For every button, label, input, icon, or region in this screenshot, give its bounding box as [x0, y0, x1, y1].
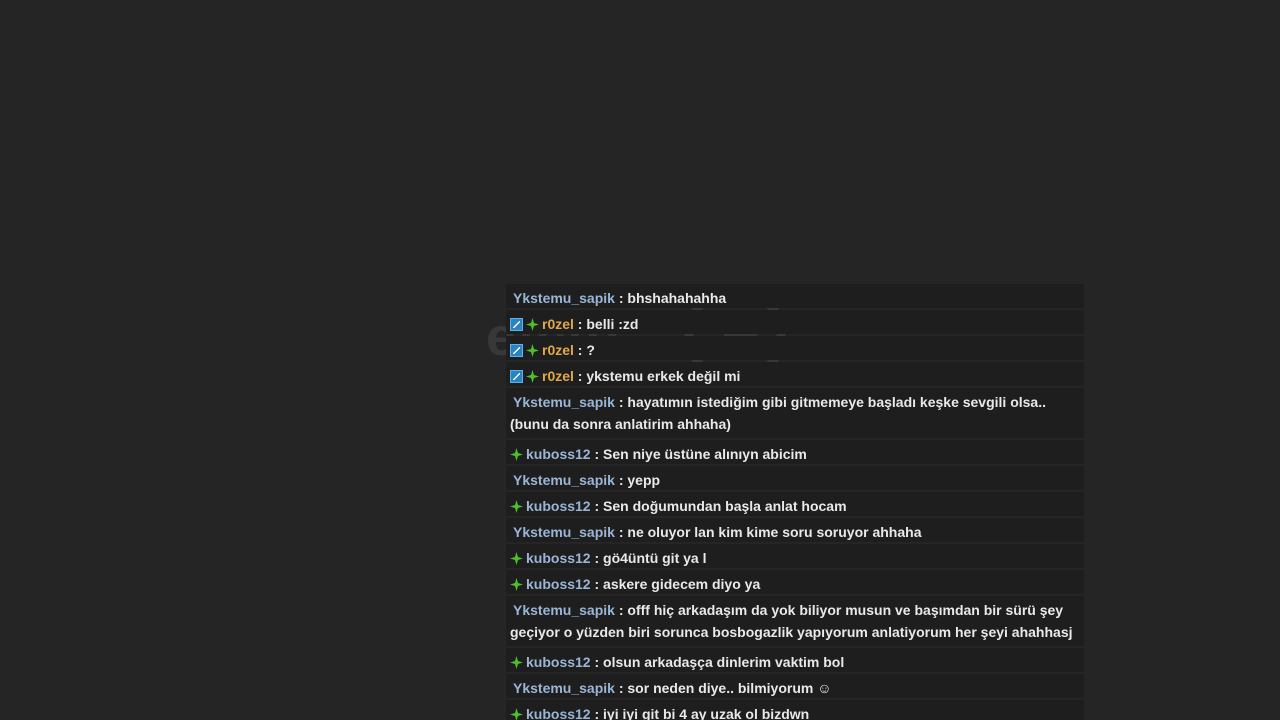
green-star-icon [526, 318, 539, 331]
chat-message: Ykstemu_sapik : ne oluyor lan kim kime s… [506, 518, 1084, 542]
chat-username[interactable]: Ykstemu_sapik [513, 290, 615, 306]
screen: efeto Tibo Signal Ykstemu_sapik : bhshah… [0, 0, 1280, 720]
green-star-icon [510, 578, 523, 591]
chat-message: Ykstemu_sapik : sor neden diye.. bilmiyo… [506, 674, 1084, 698]
chat-username[interactable]: r0zel [542, 316, 574, 332]
green-star-icon [510, 552, 523, 565]
arrow-square-icon [510, 318, 523, 331]
chat-message: Ykstemu_sapik : yepp [506, 466, 1084, 490]
chat-username[interactable]: kuboss12 [526, 654, 591, 670]
chat-message-text: : ? [573, 342, 595, 358]
chat-username[interactable]: kuboss12 [526, 498, 591, 514]
chat-message-text: : sor neden diye.. bilmiyorum ☺ [614, 680, 832, 696]
green-star-icon [510, 448, 523, 461]
chat-username[interactable]: Ykstemu_sapik [513, 680, 615, 696]
chat-message-text: : belli :zd [573, 316, 639, 332]
green-star-icon [526, 370, 539, 383]
chat-message: kuboss12 : olsun arkadaşça dinlerim vakt… [506, 648, 1084, 672]
chat-overlay: Ykstemu_sapik : bhshahahahha r0zel : bell… [506, 284, 1084, 720]
chat-username[interactable]: r0zel [542, 342, 574, 358]
chat-message-text: : askere gidecem diyo ya [590, 576, 761, 592]
chat-username[interactable]: kuboss12 [526, 706, 591, 720]
chat-username[interactable]: kuboss12 [526, 446, 591, 462]
green-star-icon [510, 656, 523, 669]
chat-message: kuboss12 : Sen doğumundan başla anlat ho… [506, 492, 1084, 516]
chat-message-text: : yepp [614, 472, 661, 488]
chat-message-text: : Sen doğumundan başla anlat hocam [590, 498, 847, 514]
chat-message-text: : ne oluyor lan kim kime soru soruyor ah… [614, 524, 922, 540]
chat-message: kuboss12 : askere gidecem diyo ya [506, 570, 1084, 594]
chat-message: kuboss12 : iyi iyi git bi 4 ay uzak ol b… [506, 700, 1084, 720]
arrow-square-icon [510, 344, 523, 357]
chat-message-text: : olsun arkadaşça dinlerim vaktim bol [590, 654, 845, 670]
chat-username[interactable]: Ykstemu_sapik [513, 524, 615, 540]
green-star-icon [510, 500, 523, 513]
chat-message: Ykstemu_sapik : hayatımın istediğim gibi… [506, 388, 1084, 438]
chat-username[interactable]: Ykstemu_sapik [513, 394, 615, 410]
green-star-icon [510, 708, 523, 720]
chat-message-text: : gö4üntü git ya l [590, 550, 707, 566]
arrow-square-icon [510, 370, 523, 383]
chat-username[interactable]: kuboss12 [526, 576, 591, 592]
chat-message: Ykstemu_sapik : offf hiç arkadaşım da yo… [506, 596, 1084, 646]
green-star-icon [526, 344, 539, 357]
chat-username[interactable]: Ykstemu_sapik [513, 602, 615, 618]
chat-message: r0zel : ? [506, 336, 1084, 360]
chat-username[interactable]: kuboss12 [526, 550, 591, 566]
chat-message: Ykstemu_sapik : bhshahahahha [506, 284, 1084, 308]
chat-message: kuboss12 : Sen niye üstüne alınıyn abici… [506, 440, 1084, 464]
chat-message: r0zel : ykstemu erkek değil mi [506, 362, 1084, 386]
chat-message-text: : ykstemu erkek değil mi [573, 368, 741, 384]
chat-username[interactable]: r0zel [542, 368, 574, 384]
chat-message-text: : Sen niye üstüne alınıyn abicim [590, 446, 807, 462]
chat-message: kuboss12 : gö4üntü git ya l [506, 544, 1084, 568]
chat-message: r0zel : belli :zd [506, 310, 1084, 334]
chat-username[interactable]: Ykstemu_sapik [513, 472, 615, 488]
chat-message-text: : iyi iyi git bi 4 ay uzak ol bizdwn [590, 706, 810, 720]
chat-message-text: : bhshahahahha [614, 290, 727, 306]
